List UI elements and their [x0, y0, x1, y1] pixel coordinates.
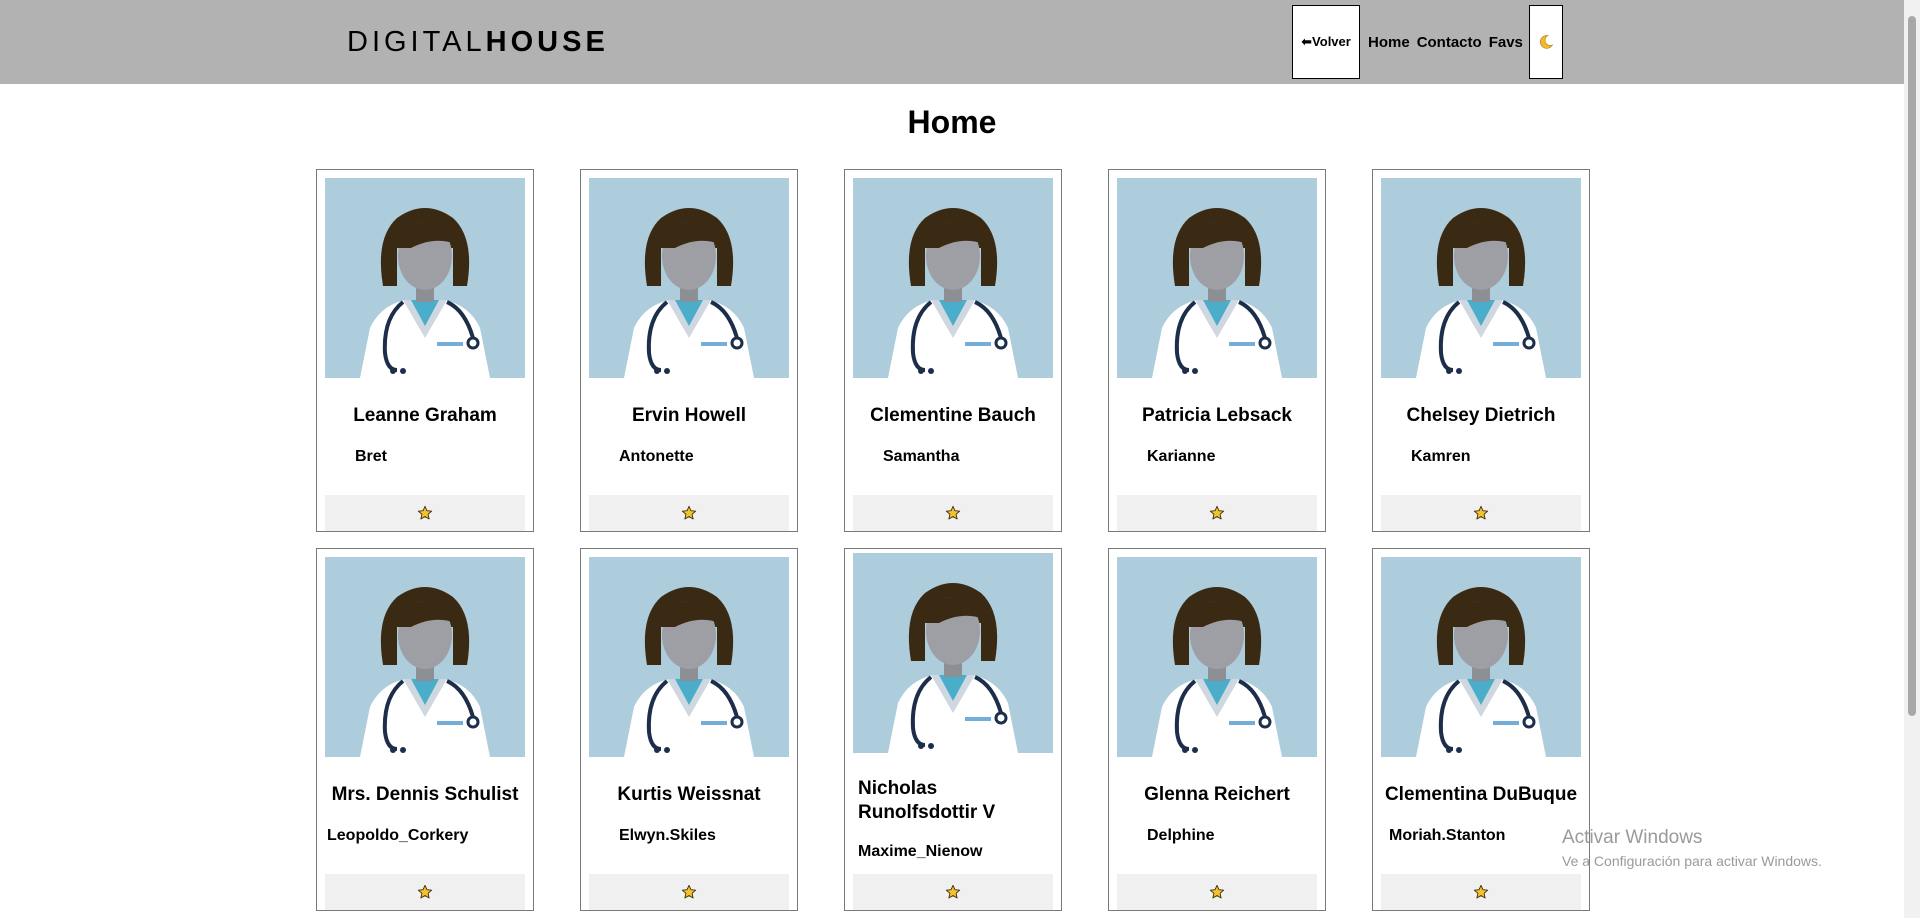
- card-name: Kurtis Weissnat: [617, 784, 761, 805]
- card-username: Antonette: [619, 448, 694, 465]
- card-name: Ervin Howell: [631, 405, 747, 426]
- favorite-button[interactable]: [325, 874, 525, 910]
- dentist-card[interactable]: Kurtis Weissnat Elwyn.Skiles: [580, 548, 798, 911]
- scrollbar-thumb[interactable]: [1908, 16, 1916, 716]
- card-name: Clementina DuBuque: [1384, 784, 1578, 805]
- favorite-button[interactable]: [1117, 874, 1317, 910]
- dentist-card[interactable]: Clementine Bauch Samantha: [844, 169, 1062, 532]
- nav-link-contacto[interactable]: Contacto: [1417, 34, 1482, 51]
- dentist-card[interactable]: Glenna Reichert Delphine: [1108, 548, 1326, 911]
- card-name: Nicholas Runolfsdottir V: [858, 778, 996, 823]
- favorite-button[interactable]: [853, 495, 1053, 531]
- back-button[interactable]: ⬅Volver: [1292, 5, 1360, 79]
- star-icon: [1473, 505, 1489, 521]
- nav-link-home[interactable]: Home: [1368, 34, 1410, 51]
- dentist-card[interactable]: Leanne Graham Bret: [316, 169, 534, 532]
- doctor-avatar-icon: [1381, 178, 1581, 378]
- dentist-card-grid: Leanne Graham Bret Ervin Howell Antonett…: [316, 169, 1590, 911]
- star-icon: [1209, 884, 1225, 900]
- dentist-card[interactable]: Nicholas Runolfsdottir V Maxime_Nienow: [844, 548, 1062, 911]
- doctor-avatar-icon: [589, 178, 789, 378]
- doctor-avatar-icon: [853, 178, 1053, 378]
- moon-icon: [1539, 35, 1554, 49]
- logo-light-text: DIGITAL: [347, 26, 486, 58]
- doctor-avatar-icon: [1381, 557, 1581, 757]
- dentist-card[interactable]: Clementina DuBuque Moriah.Stanton: [1372, 548, 1590, 911]
- card-username: Samantha: [883, 448, 960, 465]
- vertical-scrollbar[interactable]: [1904, 0, 1920, 918]
- card-name: Patricia Lebsack: [1142, 405, 1292, 426]
- logo[interactable]: DIGITALHOUSE: [347, 26, 609, 58]
- doctor-avatar-icon: [589, 557, 789, 757]
- doctor-avatar-icon: [1117, 557, 1317, 757]
- card-username: Maxime_Nienow: [858, 843, 983, 860]
- watermark-subtitle: Ve a Configuración para activar Windows.: [1562, 853, 1822, 869]
- star-icon: [417, 884, 433, 900]
- card-name: Clementine Bauch: [870, 405, 1036, 426]
- navbar: DIGITALHOUSE ⬅Volver Home Contacto Favs: [0, 0, 1904, 84]
- card-name: Glenna Reichert: [1144, 784, 1290, 805]
- card-username: Leopoldo_Corkery: [327, 827, 469, 844]
- card-username: Kamren: [1411, 448, 1471, 465]
- star-icon: [1209, 505, 1225, 521]
- star-icon: [681, 884, 697, 900]
- doctor-avatar-icon: [325, 557, 525, 757]
- favorite-button[interactable]: [589, 495, 789, 531]
- favorite-button[interactable]: [1381, 495, 1581, 531]
- logo-bold-text: HOUSE: [485, 26, 609, 58]
- dentist-card[interactable]: Chelsey Dietrich Kamren: [1372, 169, 1590, 532]
- doctor-avatar-icon: [325, 178, 525, 378]
- doctor-avatar-icon: [853, 553, 1053, 753]
- card-username: Delphine: [1147, 827, 1215, 844]
- favorite-button[interactable]: [853, 874, 1053, 910]
- card-username: Karianne: [1147, 448, 1216, 465]
- card-name: Mrs. Dennis Schulist: [331, 784, 519, 805]
- theme-toggle-button[interactable]: [1528, 5, 1563, 79]
- favorite-button[interactable]: [589, 874, 789, 910]
- star-icon: [681, 505, 697, 521]
- card-name: Leanne Graham: [353, 405, 497, 426]
- star-icon: [945, 505, 961, 521]
- doctor-avatar-icon: [1117, 178, 1317, 378]
- dentist-card[interactable]: Mrs. Dennis Schulist Leopoldo_Corkery: [316, 548, 534, 911]
- favorite-button[interactable]: [325, 495, 525, 531]
- card-username: Moriah.Stanton: [1389, 827, 1506, 844]
- card-username: Bret: [355, 448, 388, 465]
- dentist-card[interactable]: Ervin Howell Antonette: [580, 169, 798, 532]
- dentist-card[interactable]: Patricia Lebsack Karianne: [1108, 169, 1326, 532]
- page-title: Home: [907, 104, 997, 140]
- star-icon: [1473, 884, 1489, 900]
- nav-link-favs[interactable]: Favs: [1489, 34, 1523, 51]
- favorite-button[interactable]: [1117, 495, 1317, 531]
- star-icon: [945, 884, 961, 900]
- favorite-button[interactable]: [1381, 874, 1581, 910]
- windows-activation-watermark: Activar Windows Ve a Configuración para …: [1562, 827, 1822, 869]
- nav-menu: ⬅Volver Home Contacto Favs: [1292, 5, 1563, 79]
- card-name: Chelsey Dietrich: [1406, 405, 1556, 426]
- star-icon: [417, 505, 433, 521]
- watermark-title: Activar Windows: [1562, 827, 1703, 848]
- card-username: Elwyn.Skiles: [619, 827, 716, 844]
